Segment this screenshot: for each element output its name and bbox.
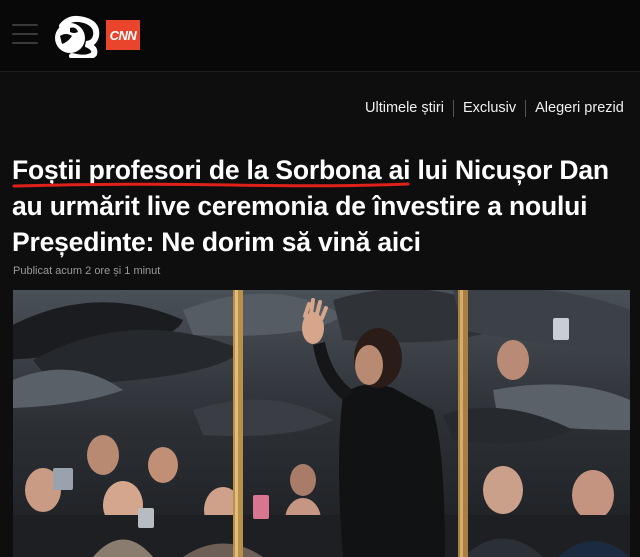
nav-divider (525, 99, 527, 117)
menu-icon[interactable] (12, 24, 38, 44)
cnn-badge[interactable]: CNN (106, 20, 140, 50)
top-bar: CNN (0, 0, 640, 72)
antena3-logo-icon[interactable] (48, 14, 104, 58)
nav-divider (452, 99, 454, 117)
news-photo-icon (13, 290, 630, 557)
cnn-badge-label: CNN (109, 27, 137, 43)
article-photo[interactable] (13, 290, 630, 557)
article-title: Foștii profesori de la Sorbona ai lui Ni… (12, 155, 609, 257)
nav-item-exclusiv[interactable]: Exclusiv (463, 100, 516, 116)
published-time: Publicat acum 2 ore și 1 minut (13, 265, 161, 277)
title-underline-decoration (12, 182, 410, 188)
nav-item-alegeri[interactable]: Alegeri prezid (535, 100, 624, 116)
category-nav: Ultimele știri Exclusiv Alegeri prezid (365, 98, 624, 118)
nav-item-ultimele-stiri[interactable]: Ultimele știri (365, 100, 444, 116)
